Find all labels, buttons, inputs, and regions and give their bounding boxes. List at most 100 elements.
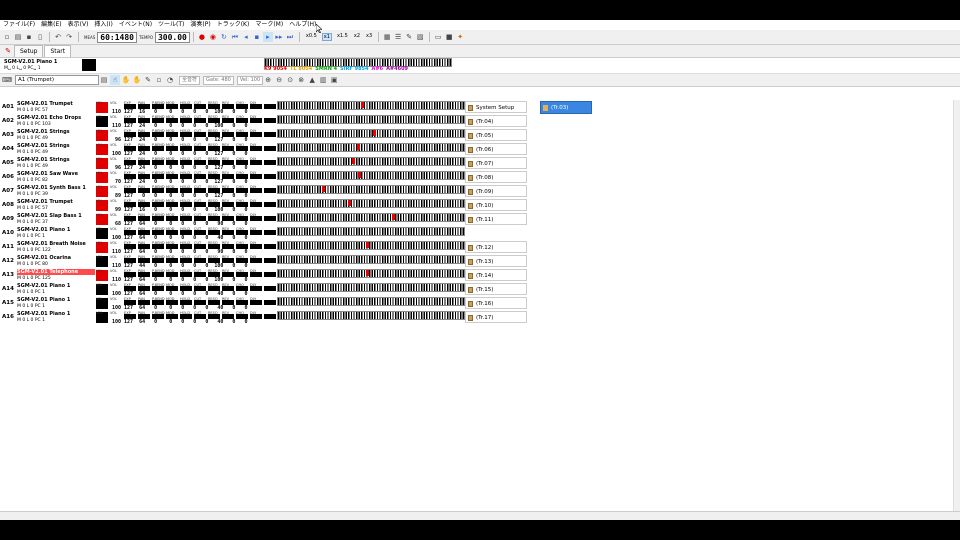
pencil-icon[interactable]: ✎ — [143, 75, 153, 85]
control-bar[interactable] — [264, 160, 276, 165]
menu-item[interactable]: イベント(N) — [119, 20, 152, 30]
track-name[interactable]: SGM-V2.01 Saw Wave — [17, 171, 95, 177]
gate-field[interactable]: Gate: 480 — [203, 75, 234, 85]
table-row[interactable]: A01 SGM-V2.01 Trumpet M 0 L 0 PC 57 VEL VOL E… — [0, 101, 465, 115]
track-panel-item[interactable]: System Setup — [465, 101, 527, 113]
hand-icon[interactable]: ✋ — [121, 75, 131, 85]
control-bar[interactable] — [264, 300, 276, 305]
control-bar[interactable] — [250, 314, 262, 319]
track-name[interactable]: SGM-V2.01 Piano 1 — [17, 227, 95, 233]
pointer-icon[interactable]: ☝ — [110, 75, 120, 85]
table-row[interactable]: A11 SGM-V2.01 Breath Noise M 0 L 0 PC 122 V… — [0, 241, 465, 255]
vertical-scrollbar[interactable] — [953, 100, 960, 512]
folder-icon[interactable]: ▤ — [99, 75, 109, 85]
open-folder-icon[interactable]: ▤ — [13, 32, 23, 42]
speed-button[interactable]: x2 — [353, 33, 361, 41]
track-panel-item[interactable]: (Tr.17) — [465, 311, 527, 323]
speed-button[interactable]: x3 — [365, 33, 373, 41]
tab-start[interactable]: Start — [44, 45, 72, 57]
control-bar[interactable] — [250, 160, 262, 165]
control-bar[interactable] — [250, 258, 262, 263]
control-bar[interactable] — [250, 272, 262, 277]
zoom-in-icon[interactable]: ⊕ — [263, 75, 273, 85]
monitor-icon[interactable]: ■ — [444, 32, 454, 42]
save-icon[interactable]: ▪ — [24, 32, 34, 42]
track-panel-item[interactable]: (Tr.16) — [465, 297, 527, 309]
track-name[interactable]: SGM-V2.01 Trumpet — [17, 199, 95, 205]
control-bar[interactable] — [250, 104, 262, 109]
new-file-icon[interactable]: ▫ — [2, 32, 12, 42]
track-panel-item[interactable]: (Tr.06) — [465, 143, 527, 155]
table-row[interactable]: A13 SGM-V2.01 Telephone M 0 L 0 PC 125 VEL V… — [0, 269, 465, 283]
control-bar[interactable] — [264, 146, 276, 151]
track-panel-item[interactable]: (Tr.10) — [465, 199, 527, 211]
eraser-icon[interactable]: ▫ — [154, 75, 164, 85]
group-field[interactable]: 全音符 — [179, 75, 201, 85]
forward-end-icon[interactable]: ⏭ — [285, 32, 295, 42]
table-row[interactable]: A10 SGM-V2.01 Piano 1M 0 L 0 PC 1 VEL VOL EX… — [0, 227, 465, 241]
stop-icon[interactable]: ▪ — [252, 32, 262, 42]
tool-icon[interactable]: ✦ — [455, 32, 465, 42]
control-bar[interactable] — [264, 132, 276, 137]
triangle-icon[interactable]: ▲ — [307, 75, 317, 85]
control-bar[interactable] — [264, 244, 276, 249]
control-bar[interactable] — [250, 216, 262, 221]
table-row[interactable]: A12 SGM-V2.01 Ocarina M 0 L 0 PC 80 VEL VOL E… — [0, 255, 465, 269]
zoom-reset-icon[interactable]: ⊗ — [296, 75, 306, 85]
table-row[interactable]: A07 SGM-V2.01 Synth Bass 1M 0 L 0 PC 39 VE… — [0, 185, 465, 199]
track-name[interactable]: SGM-V2.01 Slap Bass 1 — [17, 213, 95, 219]
tab-setup[interactable]: Setup — [14, 45, 44, 57]
control-bar[interactable] — [264, 118, 276, 123]
track-panel-item[interactable]: (Tr.13) — [465, 255, 527, 267]
menu-item[interactable]: 編集(E) — [41, 20, 61, 30]
control-bar[interactable] — [250, 286, 262, 291]
track-panel-item[interactable]: (Tr.07) — [465, 157, 527, 169]
control-bar[interactable] — [250, 174, 262, 179]
picture-icon[interactable]: ▧ — [415, 32, 425, 42]
selected-track-item[interactable]: (Tr.03) — [540, 101, 592, 114]
track-name[interactable]: SGM-V2.01 Strings — [17, 143, 95, 149]
track-name[interactable]: SGM-V2.01 Echo Drops — [17, 115, 95, 121]
control-bar[interactable] — [264, 258, 276, 263]
track-name[interactable]: SGM-V2.01 Trumpet — [17, 101, 95, 107]
track-name[interactable]: SGM-V2.01 Piano 1 — [17, 297, 95, 303]
table-row[interactable]: A15 SGM-V2.01 Piano 1M 0 L 0 PC 1 VEL VOL EX… — [0, 297, 465, 311]
control-bar[interactable] — [250, 188, 262, 193]
menu-item[interactable]: ヘルプ(H) — [289, 20, 316, 30]
track-panel-item[interactable]: (Tr.05) — [465, 129, 527, 141]
table-row[interactable]: A09 SGM-V2.01 Slap Bass 1M 0 L 0 PC 37 VEL… — [0, 213, 465, 227]
table-row[interactable]: A02 SGM-V2.01 Echo Drops M 0 L 0 PC 103 VEL… — [0, 115, 465, 129]
table-row[interactable]: A16 SGM-V2.01 Piano 1M 0 L 0 PC 1 VEL VOL EX… — [0, 311, 465, 325]
zoom-out-icon[interactable]: ⊖ — [274, 75, 284, 85]
grid-icon[interactable]: ▦ — [382, 32, 392, 42]
control-bar[interactable] — [250, 230, 262, 235]
track-name[interactable]: SGM-V2.01 Breath Noise — [17, 241, 95, 247]
track-name[interactable]: SGM-V2.01 Strings — [17, 129, 95, 135]
hand2-icon[interactable]: ✋ — [132, 75, 142, 85]
control-bar[interactable] — [264, 314, 276, 319]
table-row[interactable]: A05 SGM-V2.01 Strings M 0 L 0 PC 49 VEL VOL E… — [0, 157, 465, 171]
record-mode-icon[interactable]: ◉ — [208, 32, 218, 42]
track-name[interactable]: SGM-V2.01 Telephone — [17, 269, 95, 275]
speed-button[interactable]: x0.5 — [305, 33, 318, 41]
control-bar[interactable] — [264, 286, 276, 291]
track-name[interactable]: SGM-V2.01 Piano 1 — [17, 311, 95, 317]
page-icon[interactable]: ▯ — [35, 32, 45, 42]
control-bar[interactable] — [264, 174, 276, 179]
velocity-field[interactable]: Vel: 100 — [236, 75, 264, 85]
control-bar[interactable] — [250, 244, 262, 249]
loop-icon[interactable]: ↻ — [219, 32, 229, 42]
control-bar[interactable] — [264, 230, 276, 235]
rewind-icon[interactable]: ◂ — [241, 32, 251, 42]
track-panel-item[interactable]: (Tr.04) — [465, 115, 527, 127]
menu-item[interactable]: 挿入(I) — [94, 20, 112, 30]
control-bar[interactable] — [264, 202, 276, 207]
track-name[interactable]: SGM-V2.01 Synth Bass 1 — [17, 185, 95, 191]
table-row[interactable]: A08 SGM-V2.01 Trumpet M 0 L 0 PC 57 VEL VOL E… — [0, 199, 465, 213]
instrument-select[interactable]: A1 (Trumpet) — [15, 75, 99, 85]
play-icon[interactable]: ▸ — [262, 32, 273, 42]
lock-icon[interactable]: ▣ — [329, 75, 339, 85]
track-panel-item[interactable]: (Tr.14) — [465, 269, 527, 281]
control-bar[interactable] — [250, 132, 262, 137]
control-bar[interactable] — [264, 216, 276, 221]
